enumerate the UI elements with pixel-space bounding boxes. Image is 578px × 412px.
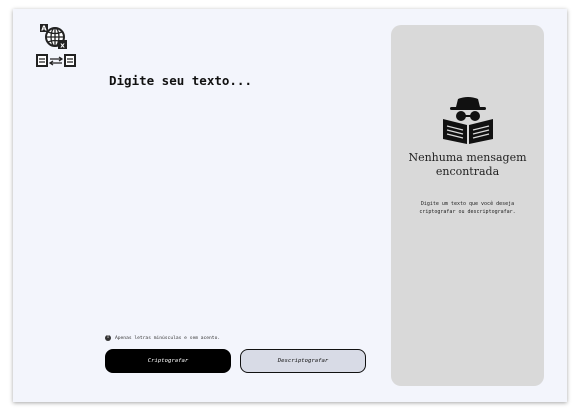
- svg-text:x: x: [60, 42, 65, 50]
- message-input[interactable]: [109, 73, 377, 323]
- empty-state-title: Nenhuma mensagem encontrada: [408, 151, 527, 178]
- input-hint-text: Apenas letras minúsculas e sem acento.: [115, 335, 221, 341]
- incognito-reader-icon: [440, 95, 496, 145]
- translate-globe-icon: A x: [35, 22, 77, 68]
- empty-state-description: Digite um texto que você deseja criptogr…: [419, 201, 516, 215]
- output-panel: Nenhuma mensagem encontrada Digite um te…: [391, 25, 544, 386]
- input-hint: ! Apenas letras minúsculas e sem acento.: [105, 335, 220, 341]
- encrypt-button[interactable]: Criptografar: [105, 349, 231, 373]
- app-window: A x ! Apenas letras minúsculas e sem ace…: [13, 9, 567, 402]
- decrypt-button[interactable]: Descriptografar: [240, 349, 366, 373]
- info-icon: !: [105, 335, 111, 341]
- svg-text:A: A: [41, 25, 47, 33]
